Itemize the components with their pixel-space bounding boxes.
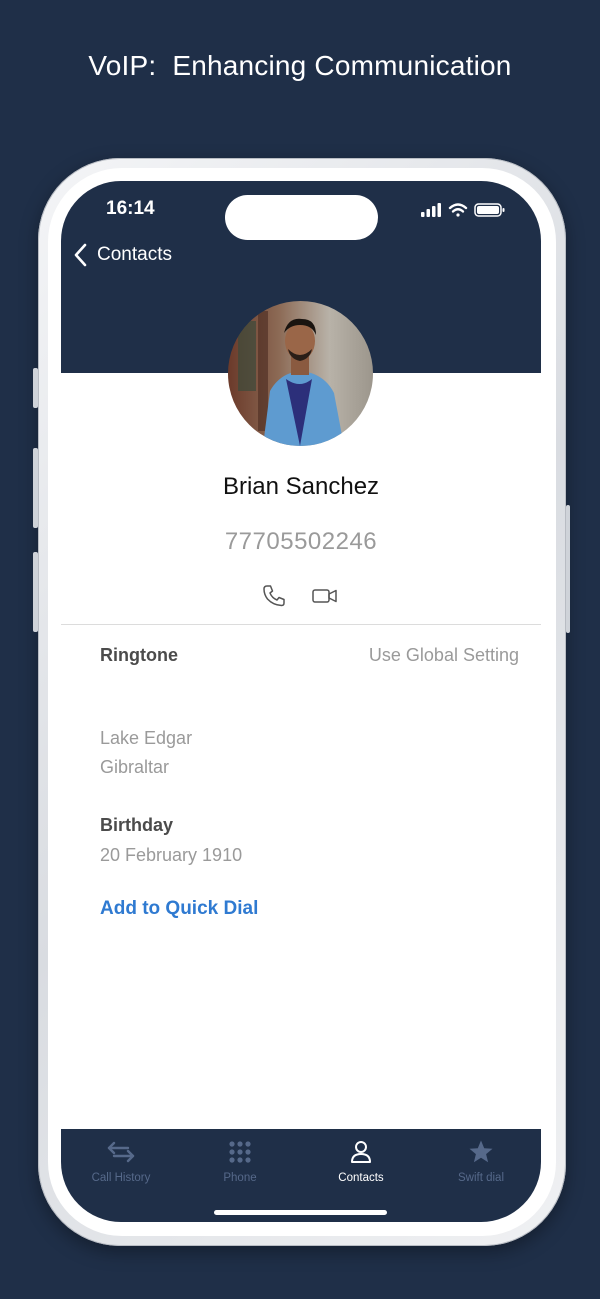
- ringtone-value[interactable]: Use Global Setting: [369, 645, 519, 666]
- keypad-icon: [229, 1141, 251, 1163]
- birthday-value: 20 February 1910: [100, 845, 243, 865]
- video-call-icon[interactable]: [311, 583, 339, 609]
- contact-avatar[interactable]: [228, 301, 373, 446]
- battery-icon: [474, 203, 505, 217]
- star-icon: [469, 1140, 493, 1163]
- marketing-headline: VoIP: Enhancing Communication: [88, 50, 512, 81]
- tab-bar: Call History Phone Contacts Swift dial: [61, 1129, 541, 1222]
- back-button-label: Contacts: [97, 244, 172, 265]
- contact-phone-number: 77705502246: [224, 528, 378, 555]
- add-to-quick-dial-link[interactable]: Add to Quick Dial: [100, 898, 258, 920]
- signal-icon: [421, 203, 441, 217]
- volume-up-button: [33, 448, 38, 528]
- address-line-2: Gibraltar: [100, 757, 170, 777]
- tab-call-history[interactable]: Call History: [66, 1139, 176, 1184]
- tab-label: Call History: [91, 1172, 151, 1184]
- address-line-1: Lake Edgar: [100, 728, 193, 748]
- status-icons: [421, 201, 511, 224]
- contact-name: Brian Sanchez: [222, 473, 380, 500]
- status-time: 16:14: [106, 198, 155, 219]
- tab-label: Swift dial: [457, 1172, 505, 1184]
- phone-call-icon[interactable]: [261, 583, 287, 609]
- tab-phone[interactable]: Phone: [185, 1139, 295, 1184]
- dynamic-island: [225, 195, 378, 240]
- ringtone-label: Ringtone: [100, 645, 178, 665]
- birthday-label: Birthday: [100, 815, 174, 835]
- tab-swift-dial[interactable]: Swift dial: [426, 1139, 536, 1184]
- call-history-arrows-icon: [107, 1141, 135, 1163]
- home-indicator[interactable]: [214, 1210, 387, 1215]
- tab-contacts[interactable]: Contacts: [306, 1139, 416, 1184]
- wifi-icon: [448, 203, 468, 217]
- phone-screen: 16:14 Contacts Brian Sanchez 77705502246…: [61, 181, 541, 1222]
- power-button: [566, 505, 570, 633]
- section-divider: [61, 624, 541, 625]
- silent-switch: [33, 368, 38, 408]
- tab-label: Contacts: [338, 1172, 384, 1184]
- contact-actions: [261, 583, 339, 609]
- tab-label: Phone: [223, 1172, 257, 1184]
- volume-down-button: [33, 552, 38, 632]
- chevron-left-icon: [74, 243, 87, 267]
- person-icon: [351, 1141, 371, 1163]
- back-button[interactable]: Contacts: [73, 243, 172, 267]
